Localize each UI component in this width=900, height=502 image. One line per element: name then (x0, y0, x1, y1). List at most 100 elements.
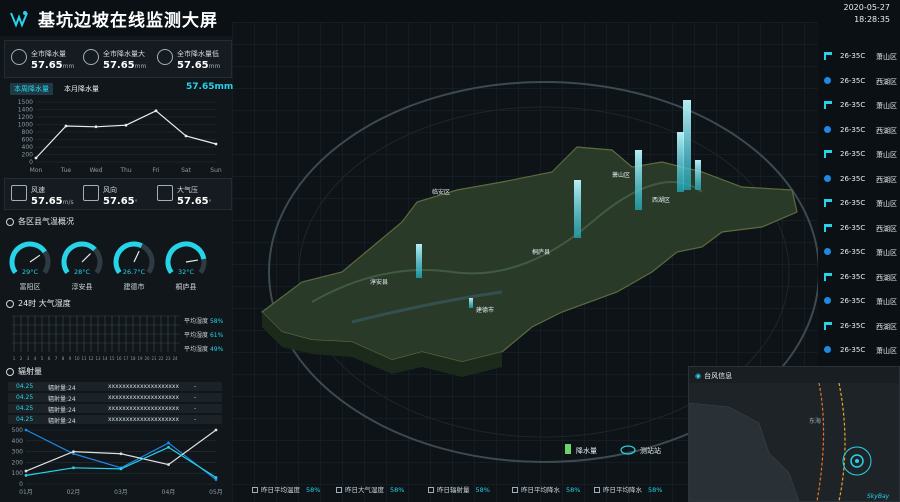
hour-tick: 24 (172, 356, 178, 361)
district-item[interactable]: 26-35C 萧山区 (824, 193, 900, 217)
legend-rain-label: 降水量 (576, 446, 597, 455)
district-temp: 26-35C (840, 346, 866, 354)
hour-tick: 23 (165, 356, 171, 361)
stat-box-icon (252, 487, 258, 493)
rain-bar[interactable] (469, 298, 473, 308)
district-item[interactable]: 26-35C 西湖区 (824, 120, 900, 144)
humidity-badge: 平均湿度 58% (184, 318, 224, 325)
x-tick-label: 03月 (114, 489, 128, 496)
district-temp: 26-35C (840, 150, 866, 158)
rain-bar[interactable] (574, 180, 581, 238)
y-tick-label: 100 (12, 470, 24, 477)
y-tick-label: 600 (22, 137, 34, 144)
data-point (214, 476, 218, 479)
hour-tick: 5 (41, 356, 44, 361)
table-row[interactable]: 04.25 辐射量:24 xxxxxxxxxxxxxxxxxxxx - (8, 404, 222, 414)
flag-icon (824, 272, 832, 281)
data-point (24, 469, 28, 473)
district-name: 西湖区 (876, 126, 897, 135)
map-label: 桐庐县 (532, 248, 550, 256)
district-temp: 26-35C (840, 174, 866, 183)
data-point (167, 441, 170, 445)
district-item[interactable]: 26-35C 萧山区 (824, 144, 900, 168)
data-point (214, 142, 218, 146)
x-tick-label: 04月 (162, 489, 176, 496)
district-item[interactable]: 26-35C 萧山区 (824, 95, 900, 119)
rain-bar[interactable] (635, 150, 642, 210)
table-row[interactable]: 04.25 辐射量:24 xxxxxxxxxxxxxxxxxxxx - (8, 415, 222, 425)
series-line (25, 429, 217, 472)
x-tick-label: Mon (30, 167, 43, 174)
humidity-badge: 平均湿度 49% (184, 346, 224, 353)
tab-week-rain[interactable]: 本周降水量 (10, 83, 53, 95)
dot-icon (824, 346, 831, 353)
data-point (24, 473, 28, 477)
district-list: 26-35C 萧山区 26-35C 西湖区 26-35C 萧山区 26-35C 西湖区 26-3… (818, 36, 900, 366)
hour-tick: 16 (116, 356, 122, 361)
district-temp: 26-35C (840, 321, 866, 330)
typhoon-map[interactable]: 东海 SkyBay (689, 383, 899, 501)
hour-tick: 8 (62, 356, 65, 361)
dot-icon (824, 174, 831, 182)
temp-section-title: 各区县气温概况 (6, 216, 74, 227)
humidity-section-title: 24时 大气湿度 (6, 298, 71, 309)
tab-month-rain[interactable]: 本月降水量 (60, 83, 103, 95)
flag-icon (824, 321, 832, 330)
district-item[interactable]: 26-35C 西湖区 (824, 218, 900, 242)
district-name: 萧山区 (876, 249, 897, 257)
district-temp: 26-35C (840, 101, 866, 109)
district-name: 萧山区 (876, 53, 897, 61)
x-tick-label: Wed (89, 167, 102, 174)
stat-value: 57.65° (177, 196, 212, 207)
data-point (64, 124, 68, 128)
data-point (94, 125, 98, 129)
hour-tick: 15 (109, 356, 115, 361)
district-item[interactable]: 26-35C 萧山区 (824, 340, 900, 364)
table-row[interactable]: 04.25 辐射量:24 xxxxxxxxxxxxxxxxxxxx - (8, 393, 222, 403)
district-name: 西湖区 (876, 322, 897, 331)
gauge-value: 29°C (21, 268, 39, 276)
district-item[interactable]: 26-35C 萧山区 (824, 242, 900, 266)
stat-label: 全市降水量大 (103, 50, 145, 58)
district-item[interactable]: 26-35C 萧山区 (824, 291, 900, 315)
hour-tick: 3 (27, 356, 30, 361)
sun-icon (6, 367, 14, 376)
monthly-line-chart: 0 100 200 300 400 500 01月 02月 03月 04月 05月 (12, 427, 223, 496)
rain-bar[interactable] (695, 160, 701, 190)
typhoon-icon: ◉ (695, 372, 702, 380)
series-line (35, 110, 217, 159)
district-name: 西湖区 (876, 77, 897, 86)
rain-bar[interactable] (416, 244, 422, 278)
district-temp: 26-35C (840, 199, 866, 207)
data-point (34, 156, 38, 160)
district-item[interactable]: 26-35C 西湖区 (824, 169, 900, 193)
rain-bar[interactable] (677, 132, 684, 192)
typhoon-panel[interactable]: ◉ 台风信息 东海 SkyBay (688, 366, 900, 502)
district-item[interactable]: 26-35C 萧山区 (824, 46, 900, 70)
page-title: 基坑边坡在线监测大屏 (38, 11, 218, 31)
left-panel: 全市降水量 57.65mm 全市降水量大 57.65mm 全市降水量低 57.6… (0, 36, 233, 502)
cloud-icon (83, 49, 99, 65)
district-item[interactable]: 26-35C 西湖区 (824, 316, 900, 340)
district-item[interactable]: 26-35C 西湖区 (824, 267, 900, 291)
hour-tick: 18 (130, 356, 136, 361)
rain-bar[interactable] (683, 100, 691, 190)
weather-stat: 大气压 57.65° (157, 183, 227, 211)
bottom-stat: 昨日平均降水 58% (594, 484, 662, 494)
x-tick-label: Sun (210, 167, 222, 174)
district-name: 萧山区 (876, 200, 897, 208)
district-temp: 26-35C (840, 125, 866, 134)
legend-station-label: 测站站 (640, 446, 661, 455)
data-point (167, 463, 170, 466)
y-tick-label: 0 (19, 481, 23, 488)
district-name: 萧山区 (876, 298, 897, 306)
humidity-badge: 平均湿度 61% (184, 332, 224, 339)
district-item[interactable]: 26-35C 西湖区 (824, 71, 900, 95)
table-row[interactable]: 04.25 辐射量:24 xxxxxxxxxxxxxxxxxxxx - (8, 382, 222, 392)
map-label: 临安区 (432, 188, 450, 196)
gauge-label: 建德市 (123, 283, 145, 291)
district-temp: 26-35C (840, 272, 866, 281)
flag-icon (824, 150, 832, 158)
y-tick-label: 800 (22, 129, 34, 136)
y-tick-label: 1400 (18, 107, 33, 114)
